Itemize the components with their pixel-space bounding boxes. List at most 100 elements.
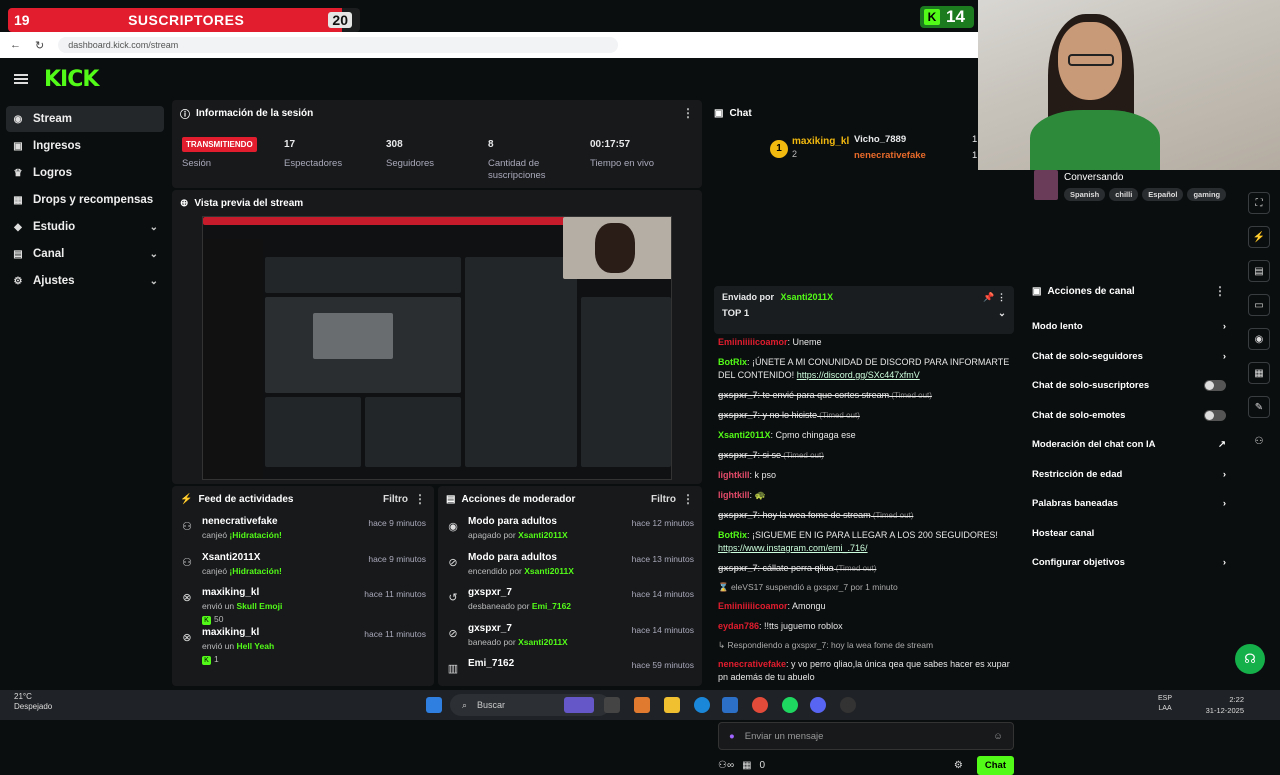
clock[interactable]: 2:22 31-12-2025 (1206, 694, 1244, 716)
lightning-icon[interactable]: ⚡ (1248, 226, 1270, 248)
gift-icon[interactable]: ▦ (742, 760, 751, 771)
category-thumbnail[interactable] (1034, 170, 1058, 200)
more-options-icon[interactable]: ⋮ (414, 492, 426, 506)
mod-action-user[interactable]: Xsanti2011X (524, 566, 574, 576)
pin-icon[interactable]: 📌 ⋮ (983, 292, 1006, 303)
feed-filter-button[interactable]: Filtro (383, 494, 408, 505)
menu-icon[interactable] (14, 74, 28, 84)
toggle-switch[interactable] (1204, 380, 1226, 392)
chat-message: Emiiniiiiicoamor: Uneme (718, 336, 1014, 349)
stream-tag[interactable]: Español (1142, 188, 1184, 201)
chrome-icon[interactable] (752, 697, 768, 713)
kick-logo[interactable]: KICK (44, 67, 99, 92)
channel-points-icon[interactable]: ⚇∞ (718, 760, 734, 771)
spotify-icon[interactable] (782, 697, 798, 713)
channel-action-chat-de-solo-emotes[interactable]: Chat de solo-emotes (1024, 401, 1234, 431)
sidebar-item-stream[interactable]: ◉ Stream (6, 106, 164, 132)
more-options-icon[interactable]: ⋮ (1214, 284, 1226, 298)
wrench-icon[interactable]: ✎ (1248, 396, 1270, 418)
weather-widget[interactable]: 21°C Despejado (14, 692, 52, 712)
chat-link[interactable]: https://discord.gg/SXc447xfmV (797, 370, 920, 380)
back-icon[interactable]: ← (10, 39, 21, 51)
emoji-icon[interactable]: ☺ (993, 731, 1003, 742)
chat-input[interactable]: ● Enviar un mensaje ☺ (718, 722, 1014, 750)
chat-username[interactable]: eydan786 (718, 621, 759, 631)
task-view-icon[interactable] (604, 697, 620, 713)
chevron-down-icon[interactable]: ⌄ (998, 308, 1006, 319)
sidebar-item-ajustes[interactable]: ⚙ Ajustes ⌄ (6, 268, 164, 294)
channel-action-chat-de-solo-suscriptores[interactable]: Chat de solo-suscriptores (1024, 371, 1234, 401)
mic-icon[interactable]: ● (729, 731, 735, 742)
mod-action-user[interactable]: Xsanti2011X (518, 530, 568, 540)
help-button[interactable]: ☊ (1235, 644, 1265, 674)
list-icon[interactable]: ▤ (1248, 260, 1270, 282)
channel-action-configurar-objetivos[interactable]: Configurar objetivos › (1024, 548, 1234, 578)
feed-user[interactable]: maxiking_kl (202, 587, 356, 598)
fullscreen-icon[interactable]: ⛶ (1248, 192, 1270, 214)
start-icon[interactable] (426, 697, 442, 713)
reload-icon[interactable]: ↻ (35, 39, 44, 52)
chat-username[interactable]: gxspxr_7 (718, 390, 758, 400)
chat-username[interactable]: nenecrativefake (718, 659, 786, 669)
more-options-icon[interactable]: ⋮ (682, 492, 694, 506)
chat-username[interactable]: lightkill (718, 470, 750, 480)
modacts-filter-button[interactable]: Filtro (651, 494, 676, 505)
send-chat-button[interactable]: Chat (976, 756, 1014, 775)
copilot-icon[interactable] (634, 697, 650, 713)
mod-action-body: gxspxr_7 desbaneado por Emi_7162 (468, 587, 624, 615)
chat-icon[interactable]: ▭ (1248, 294, 1270, 316)
feed-user[interactable]: Xsanti2011X (202, 552, 360, 563)
obs-icon[interactable] (840, 697, 856, 713)
pinned-user[interactable]: Xsanti2011X (781, 292, 834, 302)
chat-username[interactable]: gxspxr_7 (718, 510, 758, 520)
chat-username[interactable]: gxspxr_7 (718, 563, 758, 573)
chat-link[interactable]: https://www.instagram.com/emi_.716/ (718, 543, 868, 553)
channel-action-palabras-baneadas[interactable]: Palabras baneadas › (1024, 489, 1234, 519)
stream-preview-video[interactable] (202, 216, 672, 480)
channel-action-moderaci-n-del-chat-con-ia[interactable]: Moderación del chat con IA ↗ (1024, 430, 1234, 460)
edge-icon[interactable] (694, 697, 710, 713)
channel-action-hostear-canal[interactable]: Hostear canal (1024, 519, 1234, 549)
discord-icon[interactable] (810, 697, 826, 713)
feed-user[interactable]: nenecrativefake (202, 516, 360, 527)
channel-action-chat-de-solo-seguidores[interactable]: Chat de solo-seguidores › (1024, 342, 1234, 372)
chat-username[interactable]: BotRix (718, 530, 747, 540)
file-explorer-icon[interactable] (664, 697, 680, 713)
mod-action-user[interactable]: Xsanti2011X (518, 637, 568, 647)
broadcast-icon[interactable]: ◉ (1248, 328, 1270, 350)
settings-icon[interactable]: ⚙ (954, 760, 963, 771)
stream-tag[interactable]: gaming (1187, 188, 1227, 201)
sidebar-item-canal[interactable]: ▤ Canal ⌄ (6, 241, 164, 267)
chat-username[interactable]: gxspxr_7 (718, 450, 758, 460)
address-bar[interactable]: dashboard.kick.com/stream (58, 37, 619, 53)
feed-user[interactable]: maxiking_kl (202, 627, 356, 638)
leader-name-1[interactable]: maxiking_kl (792, 136, 849, 147)
feed-item: ⊗ maxiking_kl envió un Skull Emoji K 50 hace … (172, 583, 434, 625)
channel-action-modo-lento[interactable]: Modo lento › (1024, 312, 1234, 342)
chat-username[interactable]: lightkill (718, 490, 750, 500)
sidebar-item-logros[interactable]: ♛ Logros (6, 160, 164, 186)
store-icon[interactable] (722, 697, 738, 713)
stream-tag[interactable]: chilli (1109, 188, 1139, 201)
points-icon[interactable]: ⚇ (1248, 430, 1270, 452)
chat-username[interactable]: Emiiniiiiicoamor (718, 337, 788, 347)
more-options-icon[interactable]: ⋮ (682, 106, 694, 120)
leader-name-2[interactable]: Vicho_7889 (854, 134, 906, 145)
sidebar-item-ingresos[interactable]: ▣ Ingresos (6, 133, 164, 159)
category-name[interactable]: Conversando (1064, 172, 1123, 183)
channel-action-restricci-n-de-edad[interactable]: Restricción de edad › (1024, 460, 1234, 490)
layout-icon[interactable]: ▦ (1248, 362, 1270, 384)
chat-username[interactable]: Emiiniiiiicoamor (718, 601, 788, 611)
leader-name-3[interactable]: nenecrativefake (854, 150, 926, 161)
stream-tag[interactable]: Spanish (1064, 188, 1106, 201)
toggle-switch[interactable] (1204, 409, 1226, 421)
sidebar-item-drops[interactable]: ▦ Drops y recompensas (6, 187, 164, 213)
mod-action-user[interactable]: Emi_7162 (532, 601, 571, 611)
chat-username[interactable]: gxspxr_7 (718, 410, 758, 420)
chat-username[interactable]: Xsanti2011X (718, 430, 771, 440)
chat-username[interactable]: BotRix (718, 357, 747, 367)
widgets-icon[interactable] (564, 697, 594, 713)
sidebar-item-estudio[interactable]: ◆ Estudio ⌄ (6, 214, 164, 240)
language-indicator[interactable]: ESP LAA (1158, 694, 1172, 714)
pinned-message[interactable]: Enviado por Xsanti2011X 📌 ⋮ TOP 1 ⌄ (714, 286, 1014, 334)
